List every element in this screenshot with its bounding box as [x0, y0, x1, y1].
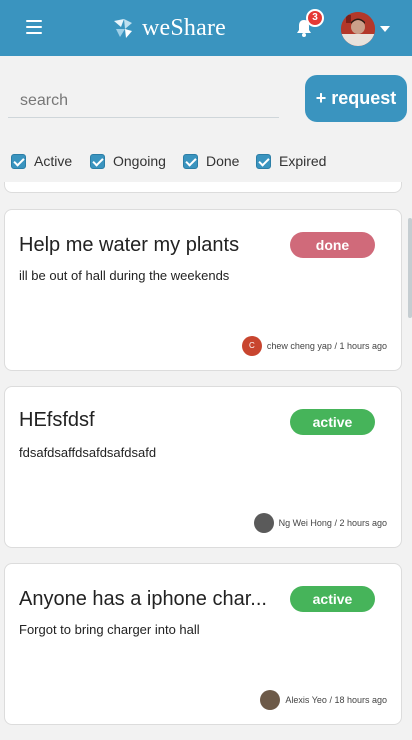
request-title: HEfsfdsf	[19, 409, 95, 431]
request-description: Forgot to bring charger into hall	[19, 622, 200, 637]
filter-done[interactable]: Done	[183, 150, 239, 172]
status-badge: done	[290, 232, 375, 258]
filter-expired[interactable]: Expired	[256, 150, 326, 172]
filter-active-label: Active	[34, 153, 73, 169]
app-header: weShare 3	[0, 0, 412, 56]
author-name: chew cheng yap	[266, 341, 332, 351]
filter-done-checkbox[interactable]	[183, 153, 198, 169]
author-avatar	[260, 690, 281, 710]
status-badge: active	[290, 586, 375, 612]
user-avatar[interactable]	[341, 12, 375, 46]
request-description: fdsafdsaffdsafdsafdsafd	[19, 445, 157, 460]
request-card[interactable]: HEfsfdsf fdsafdsaffdsafdsafdsafd active …	[4, 386, 402, 548]
filter-expired-label: Expired	[279, 153, 327, 169]
filter-ongoing[interactable]: Ongoing	[90, 150, 166, 172]
request-title: Help me water my plants	[19, 234, 240, 256]
filter-active-checkbox[interactable]	[11, 153, 26, 169]
request-time: 1 hours ago	[339, 341, 387, 351]
request-card[interactable]: Anyone has a iphone char... Forgot to br…	[4, 563, 402, 725]
filter-ongoing-label: Ongoing	[113, 153, 166, 169]
request-time: 2 hours ago	[339, 518, 387, 528]
status-filters: Active Ongoing Done Expired	[0, 150, 412, 172]
filter-active[interactable]: Active	[11, 150, 72, 172]
weshare-logo-icon	[114, 19, 132, 38]
request-meta: Alexis Yeo / 18 hours ago	[260, 690, 387, 710]
author-avatar: C	[241, 336, 262, 356]
author-avatar	[253, 513, 274, 533]
new-request-button[interactable]: + request	[305, 75, 407, 122]
request-card[interactable]: Help me water my plants ill be out of ha…	[4, 209, 402, 371]
request-meta: C chew cheng yap / 1 hours ago	[241, 336, 387, 356]
filter-done-label: Done	[206, 153, 240, 169]
request-description: ill be out of hall during the weekends	[19, 268, 230, 283]
request-feed[interactable]: Help me water my plants ill be out of ha…	[0, 182, 412, 740]
author-name: Alexis Yeo	[285, 695, 327, 705]
meta-separator: /	[331, 518, 340, 528]
user-photo-icon	[341, 12, 375, 46]
brand-name: weShare	[142, 14, 227, 41]
request-card[interactable]	[4, 182, 402, 193]
brand[interactable]: weShare	[112, 12, 226, 44]
author-name: Ng Wei Hong	[278, 518, 332, 528]
filter-ongoing-checkbox[interactable]	[90, 153, 105, 169]
request-time: 18 hours ago	[334, 695, 387, 705]
filter-expired-checkbox[interactable]	[256, 153, 271, 169]
search-input[interactable]	[8, 84, 279, 118]
request-title: Anyone has a iphone char...	[19, 588, 267, 610]
meta-separator: /	[331, 341, 340, 351]
status-badge: active	[290, 409, 375, 435]
feed-scrollbar[interactable]	[408, 218, 412, 318]
meta-separator: /	[326, 695, 335, 705]
notification-count-badge: 3	[306, 9, 324, 27]
request-meta: Ng Wei Hong / 2 hours ago	[253, 513, 387, 533]
menu-icon[interactable]	[26, 20, 42, 34]
account-dropdown-icon[interactable]	[380, 26, 390, 32]
